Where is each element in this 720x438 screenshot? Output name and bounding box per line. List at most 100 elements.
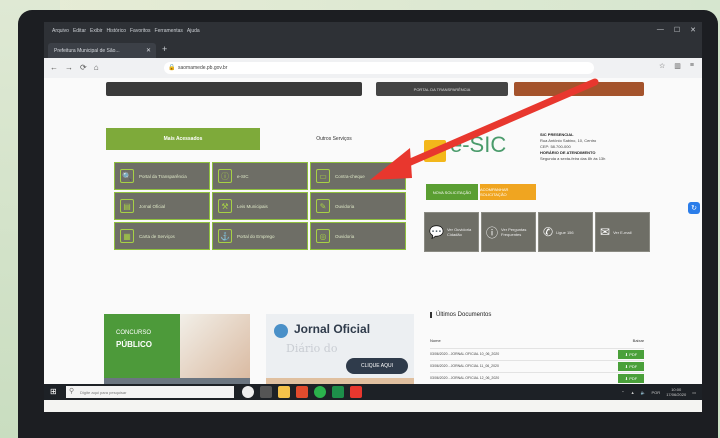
reload-icon[interactable]: ⟳	[80, 63, 87, 72]
jornal-subtitle: Diário do	[286, 342, 338, 355]
service-tile[interactable]: ▦ Carta de Serviços	[114, 222, 210, 250]
laptop-icon: ▭	[316, 169, 330, 183]
back-icon[interactable]: ←	[50, 63, 58, 72]
top-banner-2[interactable]: PORTAL DA TRANSPARÊNCIA	[376, 82, 508, 96]
new-tab-icon[interactable]: +	[162, 44, 167, 54]
table-row: 03/06/2020 - JORNAL OFICIAL 11_06_2020 ⬇ …	[430, 360, 644, 371]
latest-documents: Últimos Documentos Nome Baixar 03/06/202…	[424, 312, 652, 384]
contact-button[interactable]: ✆ Ligue 156	[538, 212, 593, 252]
service-tile[interactable]: ▤ Jornal Oficial	[114, 192, 210, 220]
contact-button[interactable]: 💬 Ver Ouvidoria Cidadão	[424, 212, 479, 252]
menu-item[interactable]: Editar	[73, 28, 86, 34]
windows-start-icon[interactable]: ⊞	[50, 387, 57, 396]
download-pdf-button[interactable]: ⬇ PDF	[618, 373, 644, 383]
anchor-icon: ⚓	[218, 229, 232, 243]
esic-hours: Segunda a sexta-feira das 8h às 13h	[540, 156, 606, 161]
download-pdf-button[interactable]: ⬇ PDF	[618, 349, 644, 359]
new-request-button[interactable]: NOVA SOLICITAÇÃO	[426, 184, 478, 200]
contact-label: Ver Ouvidoria Cidadão	[446, 227, 472, 237]
excel-icon[interactable]	[332, 386, 344, 398]
service-tile[interactable]: ⚓ Portal do Emprego	[212, 222, 308, 250]
notifications-icon[interactable]: ▭	[692, 390, 696, 395]
menu-icon[interactable]: ≡	[690, 62, 694, 70]
mail-icon: ✉	[600, 225, 611, 239]
newspaper-icon: ▤	[120, 199, 134, 213]
document-name[interactable]: 03/06/2020 - JORNAL OFICIAL 12_06_2020	[430, 376, 499, 380]
click-here-button[interactable]: CLIQUE AQUI	[346, 358, 408, 374]
menu-item[interactable]: Ferramentas	[155, 28, 183, 34]
service-label: Jornal Oficial	[139, 203, 166, 209]
service-tile[interactable]: ⚒ Leis Municipais	[212, 192, 308, 220]
contact-label: Ligue 156	[556, 229, 574, 235]
app-icon[interactable]	[350, 386, 362, 398]
lock-icon: 🔒	[168, 65, 176, 71]
network-icon[interactable]: ▲	[631, 390, 635, 395]
search-icon: ⚲	[69, 388, 75, 395]
esic-info: SIC PRESENCIAL Rua Antônio Sabino, 10, C…	[540, 132, 660, 162]
url-input[interactable]: 🔒 saomamede.pb.gov.br	[164, 62, 594, 74]
menu-item[interactable]: Histórico	[107, 28, 126, 34]
minimize-icon[interactable]: —	[657, 26, 664, 34]
menu-item[interactable]: Favoritos	[130, 28, 151, 34]
esic-buttons: NOVA SOLICITAÇÃO ACOMPANHAR SOLICITAÇÃO	[426, 184, 536, 200]
service-tile[interactable]: 🔍 Portal da Transparência	[114, 162, 210, 190]
jornal-banner[interactable]: Jornal Oficial Diário do CLIQUE AQUI	[266, 314, 414, 382]
tab-most-accessed[interactable]: Mais Acessados	[106, 128, 260, 150]
contact-button[interactable]: ⓘ Ver Perguntas Frequentes	[481, 212, 536, 252]
menu-item[interactable]: Ajuda	[187, 28, 200, 34]
service-tile[interactable]: ✎ Ouvidoria	[310, 192, 406, 220]
track-request-button[interactable]: ACOMPANHAR SOLICITAÇÃO	[480, 184, 536, 200]
close-icon[interactable]: ✕	[690, 26, 696, 34]
jornal-title: Jornal Oficial	[294, 322, 371, 336]
contact-label: Ver Perguntas Frequentes	[501, 227, 527, 237]
service-tile[interactable]: ⓘ e-SIC	[212, 162, 308, 190]
clock[interactable]: 10:00 17/06/2020	[666, 387, 686, 397]
documents-title: Últimos Documentos	[430, 312, 491, 318]
language-indicator[interactable]: POR	[652, 390, 661, 395]
contact-button[interactable]: ✉ Ver E-mail	[595, 212, 650, 252]
whatsapp-icon[interactable]	[314, 386, 326, 398]
contact-label: Ver E-mail	[613, 229, 632, 235]
top-banner-3[interactable]	[514, 82, 644, 96]
writing-hand-image	[180, 314, 250, 382]
col-name: Nome	[430, 338, 441, 343]
browser-icon[interactable]	[296, 386, 308, 398]
file-explorer-icon[interactable]	[278, 386, 290, 398]
browser-tab[interactable]: Prefeitura Municipal de São... ✕	[48, 43, 156, 58]
gavel-icon: ⚒	[218, 199, 232, 213]
service-tile[interactable]: ▭ Contra-cheque	[310, 162, 406, 190]
tab-other-services[interactable]: Outros Serviços	[262, 128, 406, 150]
document-name[interactable]: 03/06/2020 - JORNAL OFICIAL 10_06_2020	[430, 352, 499, 356]
nav-controls: ← → ⟳ ⌂	[50, 63, 99, 72]
concurso-banner[interactable]: CONCURSO PÚBLICO	[104, 314, 250, 382]
service-label: Portal do Emprego	[237, 233, 275, 239]
download-pdf-button[interactable]: ⬇ PDF	[618, 361, 644, 371]
volume-icon[interactable]: 🔈	[641, 390, 646, 395]
document-name[interactable]: 03/06/2020 - JORNAL OFICIAL 11_06_2020	[430, 364, 499, 368]
maximize-icon[interactable]: ☐	[674, 26, 680, 34]
menu-item[interactable]: Arquivo	[52, 28, 69, 34]
browser-tabbar: Prefeitura Municipal de São... ✕ +	[44, 40, 702, 58]
menu-item[interactable]: Exibir	[90, 28, 103, 34]
home-icon[interactable]: ⌂	[94, 63, 99, 72]
service-label: Leis Municipais	[237, 203, 268, 209]
system-tray: ⌃ ▲ 🔈 POR 10:00 17/06/2020 ▭	[621, 387, 696, 397]
task-view-icon[interactable]	[260, 386, 272, 398]
library-icon[interactable]: ▥	[674, 62, 681, 70]
cortana-icon[interactable]	[242, 386, 254, 398]
service-tile[interactable]: ◎ Ouvidoria	[310, 222, 406, 250]
taskbar-search[interactable]: ⚲ Digite aqui para pesquisar	[66, 386, 234, 398]
close-tab-icon[interactable]: ✕	[146, 47, 151, 54]
top-banner-1[interactable]	[106, 82, 362, 96]
service-label: Ouvidoria	[335, 203, 355, 209]
browser-tools: ☆ ▥ ≡	[659, 62, 694, 70]
laptop-screen: Arquivo Editar Exibir Histórico Favoritos Fer…	[44, 22, 702, 412]
browser-menubar: Arquivo Editar Exibir Histórico Favoritos Fer…	[44, 22, 702, 40]
accessibility-icon[interactable]: ↻	[688, 202, 700, 214]
taskbar-search-placeholder: Digite aqui para pesquisar	[80, 389, 127, 395]
tray-arrow-icon[interactable]: ⌃	[621, 390, 624, 395]
bookmark-icon[interactable]: ☆	[659, 62, 665, 70]
address-bar: ← → ⟳ ⌂ 🔒 saomamede.pb.gov.br ☆ ▥ ≡	[44, 58, 702, 79]
service-label: Carta de Serviços	[139, 233, 175, 239]
forward-icon[interactable]: →	[65, 63, 73, 72]
